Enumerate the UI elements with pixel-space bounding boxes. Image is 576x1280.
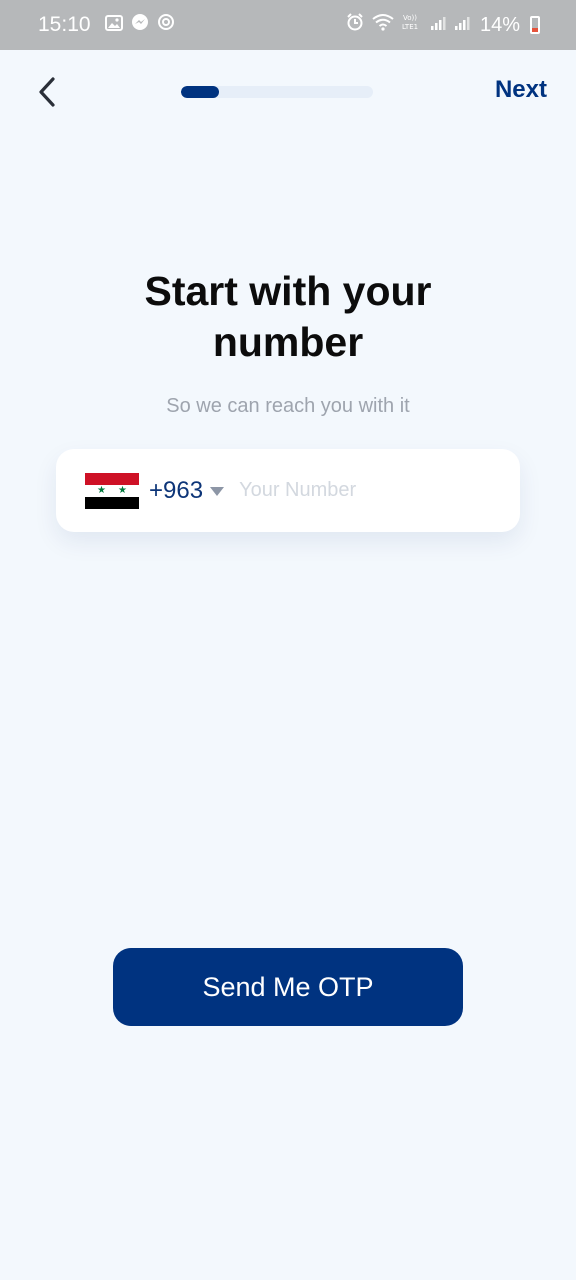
battery-icon [530, 16, 540, 34]
top-navigation: Next [0, 50, 576, 134]
status-time: 15:10 [38, 13, 91, 36]
step-progress-fill [181, 86, 220, 98]
country-code[interactable]: +963 [149, 477, 203, 505]
signal-icon [430, 14, 446, 37]
battery-percent: 14% [479, 13, 520, 36]
phone-number-card: ★ ★ +963 [56, 449, 520, 532]
gallery-icon [104, 14, 123, 37]
svg-text:Vo)): Vo)) [403, 14, 417, 22]
messenger-icon [131, 13, 149, 37]
next-button[interactable]: Next [495, 76, 547, 104]
status-bar-right: Vo)) LTE1 14% [346, 12, 540, 38]
signal-icon [454, 14, 470, 37]
page-subtitle: So we can reach you with it [166, 395, 410, 417]
phone-number-input[interactable] [239, 479, 460, 502]
step-progress-bar [181, 86, 373, 98]
alarm-icon [346, 13, 364, 37]
back-button[interactable] [30, 72, 64, 112]
page-title-line2: number [212, 319, 364, 365]
status-bar-left: 15:10 [38, 13, 175, 37]
page-title-line1: Start with your [144, 268, 432, 314]
status-bar: 15:10 Vo)) LTE1 14% [0, 0, 576, 50]
send-otp-button[interactable]: Send Me OTP [113, 948, 463, 1026]
syria-flag-icon[interactable]: ★ ★ [85, 472, 139, 509]
page-title: Start with your number [0, 266, 576, 368]
volte-icon: Vo)) LTE1 [402, 12, 422, 38]
wifi-icon [372, 13, 394, 37]
svg-text:LTE1: LTE1 [402, 23, 418, 31]
caret-down-icon[interactable] [209, 485, 225, 497]
sync-icon [157, 13, 175, 37]
chevron-left-icon [39, 77, 55, 107]
